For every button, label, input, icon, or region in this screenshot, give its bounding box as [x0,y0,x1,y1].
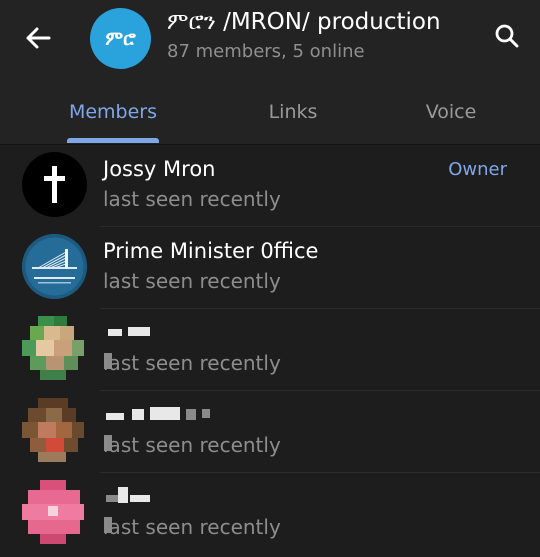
redacted-name-block [108,329,122,336]
redacted-name-block [150,407,180,420]
member-avatar-pixelated [22,316,87,381]
member-avatar [22,234,87,299]
redacted-name-block [186,409,196,420]
pixelated-avatar-icon [22,398,84,462]
active-tab-indicator [67,138,159,143]
tab-links[interactable]: Links [218,80,368,144]
member-row[interactable]: last seen recently [0,473,540,555]
group-avatar-text: ምሮ [105,27,136,50]
search-button[interactable] [484,14,530,58]
redacted-name-block [130,495,150,502]
member-status: last seen recently [103,351,281,375]
group-avatar[interactable]: ምሮ [90,8,151,69]
member-name: Jossy Mron [103,157,216,181]
group-info-screen: ምሮ ምሮን /MRON/ production 87 members, 5 o… [0,0,540,557]
redacted-name-block [106,413,124,420]
back-button[interactable] [14,16,62,60]
member-name: Prime Minister 0ffice [103,239,319,263]
redacted-name-block [202,409,210,418]
cross-icon [44,166,65,203]
redacted-name-block [132,409,144,420]
member-row[interactable]: Jossy Mron last seen recently Owner [0,145,540,227]
bridge-logo-icon [22,234,87,299]
tab-bar: Members Links Voice [0,80,540,145]
owner-badge: Owner [448,159,507,180]
header-bar: ምሮ ምሮን /MRON/ production 87 members, 5 o… [0,0,540,80]
member-status: last seen recently [103,433,281,457]
redacted-name-block [118,487,128,503]
member-row[interactable]: last seen recently [0,309,540,391]
member-avatar-pixelated [22,398,87,463]
member-row[interactable]: Prime Minister 0ffice last seen recently [0,227,540,309]
search-icon [495,24,519,48]
member-status: last seen recently [103,269,281,293]
arrow-left-icon [26,27,51,49]
member-status: last seen recently [103,187,281,211]
group-title: ምሮን /MRON/ production [167,9,441,35]
tab-members[interactable]: Members [38,80,188,144]
tab-voice[interactable]: Voice [376,80,526,144]
pixelated-avatar-icon [22,316,84,380]
member-status: last seen recently [103,515,281,539]
pixelated-avatar-icon [22,480,84,544]
member-row[interactable]: last seen recently [0,391,540,473]
group-subtitle: 87 members, 5 online [167,41,365,62]
member-avatar [22,152,87,217]
member-list: Jossy Mron last seen recently Owner Prim… [0,145,540,555]
member-avatar-pixelated [22,480,87,545]
redacted-name-block [106,495,118,502]
redacted-name-block [128,327,150,336]
